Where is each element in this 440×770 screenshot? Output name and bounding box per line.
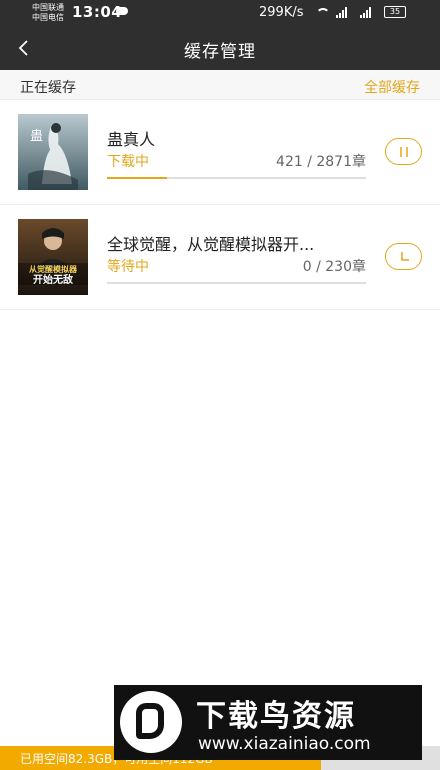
cover-title: 蛊 <box>30 129 43 144</box>
pause-icon <box>400 147 408 157</box>
list-item[interactable]: 蛊 蛊真人 下载中 421 / 2871章 <box>0 100 440 205</box>
watermark-url: www.xiazainiao.com <box>198 734 371 754</box>
svg-text:开始无敌: 开始无敌 <box>33 273 73 286</box>
network-speed: 299K/s <box>259 5 304 20</box>
progress-fill <box>107 177 167 179</box>
book-cover: 蛊 <box>18 114 88 190</box>
section-label: 正在缓存 <box>20 80 76 96</box>
book-title: 蛊真人 <box>107 130 156 149</box>
carrier-1: 中国联通 <box>32 3 64 12</box>
clock-icon <box>401 252 409 261</box>
watermark-logo-icon <box>120 691 182 753</box>
wait-button[interactable] <box>385 243 422 270</box>
watermark: 下载鸟资源 www.xiazainiao.com <box>114 685 422 760</box>
section-header: 正在缓存 全部缓存 <box>0 70 440 100</box>
wifi-icon <box>316 8 330 18</box>
signal-indicators <box>316 6 380 20</box>
signal-icon-2 <box>360 6 371 18</box>
chapter-progress: 421 / 2871章 <box>276 154 366 170</box>
cloud-icon <box>116 7 128 15</box>
carrier-info: 中国联通 中国电信 <box>32 3 64 23</box>
list-item[interactable]: 从觉醒模拟器 开始无敌 全球觉醒，从觉醒模拟器开... 等待中 0 / 230章 <box>0 205 440 310</box>
download-status: 下载中 <box>107 154 149 170</box>
svg-text:从觉醒模拟器: 从觉醒模拟器 <box>29 264 78 274</box>
download-all-button[interactable]: 全部缓存 <box>364 77 420 97</box>
pause-button[interactable] <box>385 138 422 165</box>
download-status: 等待中 <box>107 259 149 275</box>
top-bar: 缓存管理 <box>0 26 440 70</box>
signal-icon <box>336 6 347 18</box>
battery-icon: 35 <box>384 6 406 18</box>
page-title: 缓存管理 <box>184 42 256 62</box>
watermark-title: 下载鸟资源 <box>196 699 356 734</box>
chapter-progress: 0 / 230章 <box>302 259 366 275</box>
status-time: 13:04 <box>72 3 123 21</box>
book-cover: 从觉醒模拟器 开始无敌 <box>18 219 88 295</box>
book-title: 全球觉醒，从觉醒模拟器开... <box>107 235 315 254</box>
progress-bar <box>107 177 366 179</box>
carrier-2: 中国电信 <box>32 13 64 22</box>
progress-bar <box>107 282 366 284</box>
status-bar: 中国联通 中国电信 13:04 299K/s 35 <box>0 0 440 26</box>
